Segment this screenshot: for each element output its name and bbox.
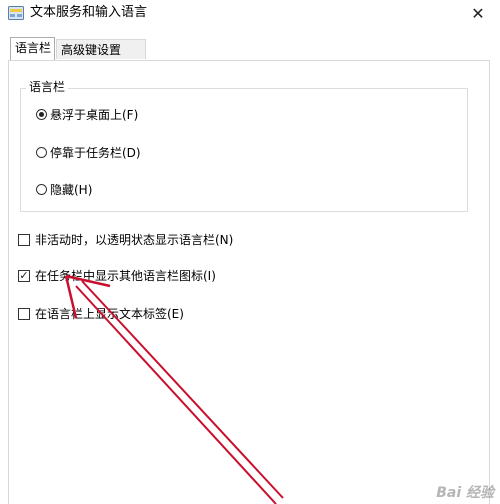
checkbox-unchecked-icon (18, 233, 30, 246)
checkbox-label: 在语言栏上显示文本标签(E) (35, 307, 184, 321)
radio-selected-icon (36, 109, 47, 120)
groupbox-legend: 语言栏 (26, 80, 69, 94)
checkbox-transparent-when-inactive[interactable]: 非活动时，以透明状态显示语言栏(N) (18, 231, 233, 248)
checkbox-show-text-labels[interactable]: 在语言栏上显示文本标签(E) (18, 305, 184, 322)
radio-float-on-desktop[interactable]: 悬浮于桌面上(F) (36, 106, 138, 123)
radio-unselected-icon (36, 147, 47, 158)
checkmark-icon: ✓ (18, 268, 30, 282)
dialog-window: 文本服务和输入语言 ✕ 语言栏 高级键设置 语言栏 悬浮于桌面上(F) 停靠于任… (0, 0, 500, 504)
title-bar: 文本服务和输入语言 ✕ (0, 0, 500, 28)
keyboard-settings-icon (8, 6, 24, 20)
close-icon: ✕ (471, 3, 485, 23)
radio-dock-in-taskbar[interactable]: 停靠于任务栏(D) (36, 144, 141, 161)
radio-label: 停靠于任务栏(D) (50, 146, 141, 160)
radio-unselected-icon (36, 184, 47, 195)
radio-label: 隐藏(H) (50, 183, 93, 197)
tab-advanced-key-settings[interactable]: 高级键设置 (56, 39, 146, 59)
checkbox-label: 在任务栏中显示其他语言栏图标(I) (35, 269, 216, 283)
close-button[interactable]: ✕ (464, 2, 492, 24)
checkbox-label: 非活动时，以透明状态显示语言栏(N) (35, 233, 234, 247)
watermark: Bai 经验 (436, 485, 494, 501)
checkbox-unchecked-icon (18, 307, 30, 320)
radio-label: 悬浮于桌面上(F) (50, 108, 139, 122)
window-title: 文本服务和输入语言 (30, 5, 148, 20)
checkbox-show-additional-icons[interactable]: ✓ 在任务栏中显示其他语言栏图标(I) (18, 267, 216, 284)
tab-language-bar[interactable]: 语言栏 (10, 37, 55, 60)
radio-hidden[interactable]: 隐藏(H) (36, 181, 92, 198)
